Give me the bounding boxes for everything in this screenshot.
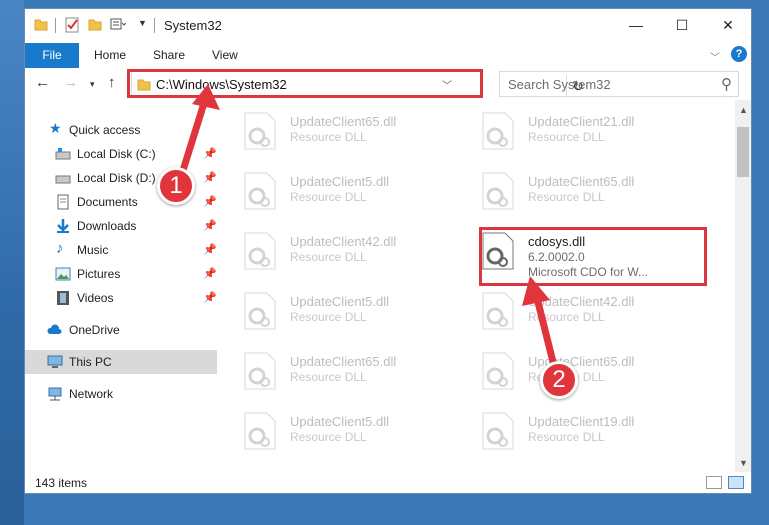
arrow-1-head	[192, 84, 220, 110]
arrow-2-shaft	[532, 293, 559, 371]
arrow-2-head	[522, 276, 550, 306]
step-1-badge: 1	[157, 167, 195, 205]
step-2-badge: 2	[540, 361, 578, 399]
arrows-overlay	[176, 84, 559, 371]
